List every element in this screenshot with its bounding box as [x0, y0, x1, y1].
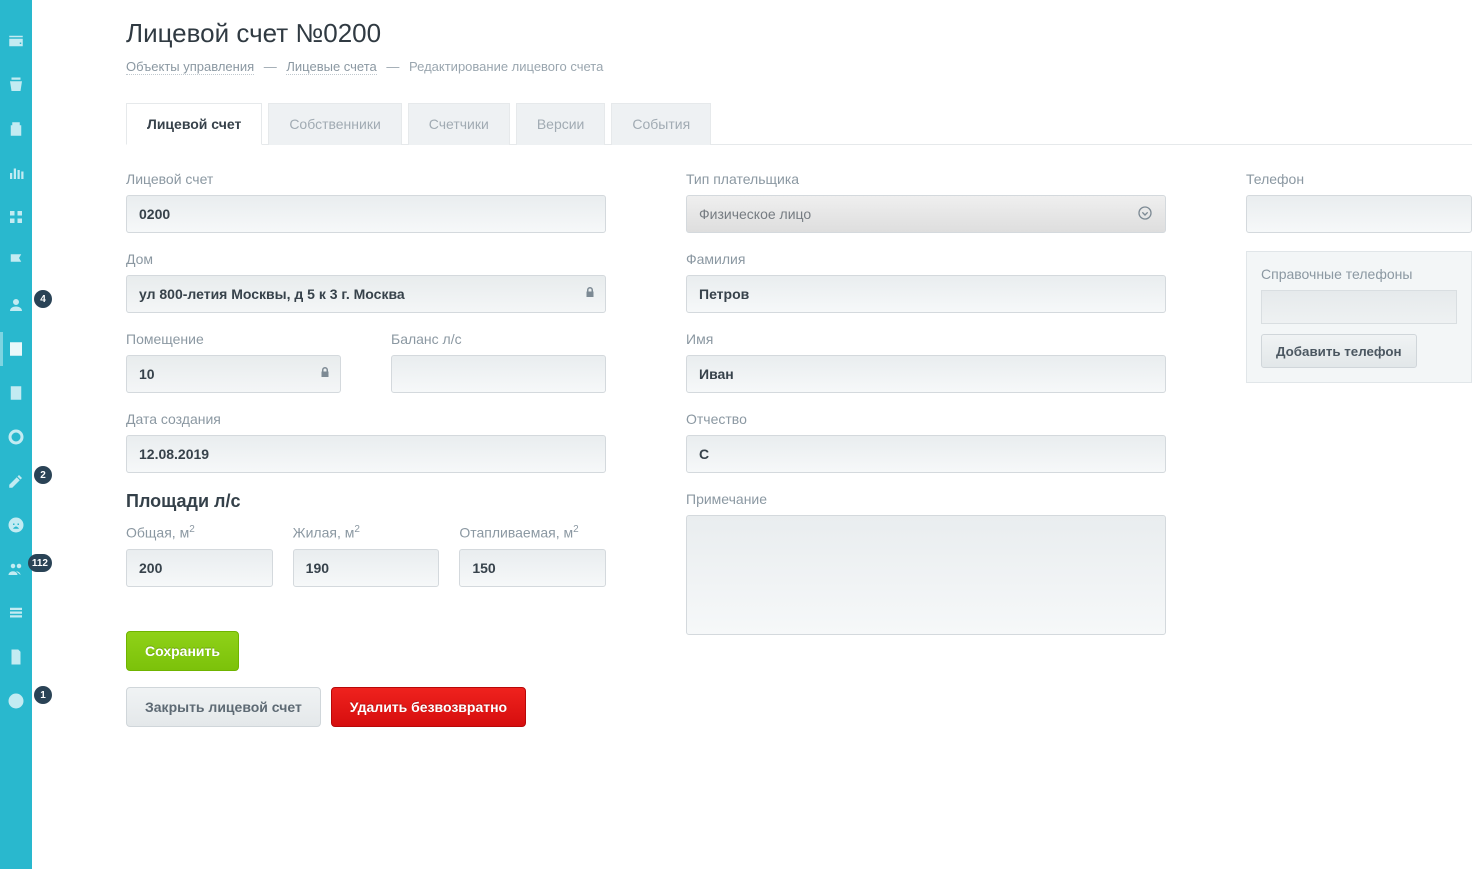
- area-total-input[interactable]: [126, 549, 273, 587]
- delete-button[interactable]: Удалить безвозвратно: [331, 687, 526, 727]
- label-patronymic: Отчество: [686, 411, 1166, 427]
- close-account-button[interactable]: Закрыть лицевой счет: [126, 687, 321, 727]
- reference-phone-slot[interactable]: [1261, 290, 1457, 324]
- save-button[interactable]: Сохранить: [126, 631, 239, 671]
- area-heated-input[interactable]: [459, 549, 606, 587]
- house-input: [126, 275, 606, 313]
- sidebar-item-sad[interactable]: [0, 514, 32, 536]
- sidebar-item-doc[interactable]: [0, 646, 32, 668]
- lastname-input[interactable]: [686, 275, 1166, 313]
- tab-events[interactable]: События: [611, 103, 711, 145]
- breadcrumb-link-accounts[interactable]: Лицевые счета: [286, 59, 376, 75]
- chevron-down-icon: [1137, 205, 1153, 224]
- badge-112: 112: [28, 554, 52, 572]
- group-icon: [7, 560, 25, 578]
- sidebar-item-target[interactable]: 1: [0, 690, 32, 712]
- phone-icon: [7, 76, 25, 94]
- label-house: Дом: [126, 251, 606, 267]
- label-account: Лицевой счет: [126, 171, 606, 187]
- areas-title: Площади л/с: [126, 491, 606, 512]
- tab-account[interactable]: Лицевой счет: [126, 103, 262, 145]
- label-created: Дата создания: [126, 411, 606, 427]
- tab-owners[interactable]: Собственники: [268, 103, 401, 145]
- sidebar-item-org[interactable]: [0, 206, 32, 228]
- account-input[interactable]: [126, 195, 606, 233]
- patronymic-input[interactable]: [686, 435, 1166, 473]
- sidebar-item-coin[interactable]: [0, 426, 32, 448]
- edit-icon: [7, 472, 25, 490]
- sidebar-item-flag[interactable]: [0, 250, 32, 272]
- wallet-icon: [7, 32, 25, 50]
- flag-icon: [7, 252, 25, 270]
- payer-type-value: Физическое лицо: [699, 206, 811, 222]
- label-area-total: Общая, м2: [126, 524, 273, 541]
- lock-icon: [584, 286, 596, 303]
- label-payer-type: Тип плательщика: [686, 171, 1166, 187]
- reference-phones-title: Справочные телефоны: [1261, 266, 1457, 282]
- tab-meters[interactable]: Счетчики: [408, 103, 510, 145]
- sidebar-item-phone[interactable]: [0, 74, 32, 96]
- calc-icon: [7, 384, 25, 402]
- sidebar: 4 2 112 1: [0, 0, 32, 869]
- balance-input[interactable]: [391, 355, 606, 393]
- breadcrumb-current: Редактирование лицевого счета: [409, 59, 603, 74]
- sidebar-item-list[interactable]: [0, 602, 32, 624]
- label-phone: Телефон: [1246, 171, 1472, 187]
- building-icon: [7, 340, 25, 358]
- sidebar-item-building[interactable]: [0, 338, 32, 360]
- target-icon: [7, 692, 25, 710]
- stats-icon: [7, 164, 25, 182]
- badge-1: 1: [34, 686, 52, 704]
- created-input[interactable]: [126, 435, 606, 473]
- tabs: Лицевой счет Собственники Счетчики Верси…: [126, 102, 1472, 145]
- tab-versions[interactable]: Версии: [516, 103, 606, 145]
- page-title: Лицевой счет №0200: [126, 18, 1472, 49]
- breadcrumb-link-objects[interactable]: Объекты управления: [126, 59, 254, 75]
- label-room: Помещение: [126, 331, 341, 347]
- badge-4: 4: [34, 290, 52, 308]
- sidebar-item-user[interactable]: 4: [0, 294, 32, 316]
- add-phone-button[interactable]: Добавить телефон: [1261, 334, 1417, 368]
- phone-input[interactable]: [1246, 195, 1472, 233]
- label-lastname: Фамилия: [686, 251, 1166, 267]
- breadcrumb: Объекты управления — Лицевые счета — Ред…: [126, 59, 1472, 74]
- sidebar-item-wallet[interactable]: [0, 30, 32, 52]
- label-balance: Баланс л/с: [391, 331, 606, 347]
- user-icon: [7, 296, 25, 314]
- sidebar-item-calc[interactable]: [0, 382, 32, 404]
- sidebar-item-stats[interactable]: [0, 162, 32, 184]
- sidebar-item-clipboard[interactable]: [0, 118, 32, 140]
- note-textarea[interactable]: [686, 515, 1166, 635]
- label-area-living: Жилая, м2: [293, 524, 440, 541]
- label-firstname: Имя: [686, 331, 1166, 347]
- label-note: Примечание: [686, 491, 1166, 507]
- lock-icon-room: [319, 366, 331, 383]
- room-input: [126, 355, 341, 393]
- clipboard-icon: [7, 120, 25, 138]
- area-living-input[interactable]: [293, 549, 440, 587]
- firstname-input[interactable]: [686, 355, 1166, 393]
- label-area-heated: Отапливаемая, м2: [459, 524, 606, 541]
- main-content: Лицевой счет №0200 Объекты управления — …: [62, 0, 1472, 869]
- payer-type-select[interactable]: Физическое лицо: [686, 195, 1166, 233]
- list-icon: [7, 604, 25, 622]
- sidebar-item-edit[interactable]: 2: [0, 470, 32, 492]
- sidebar-item-group[interactable]: 112: [0, 558, 32, 580]
- org-icon: [7, 208, 25, 226]
- badge-2: 2: [34, 466, 52, 484]
- reference-phones-box: Справочные телефоны Добавить телефон: [1246, 251, 1472, 383]
- sad-icon: [7, 516, 25, 534]
- coin-icon: [7, 428, 25, 446]
- doc-icon: [7, 648, 25, 666]
